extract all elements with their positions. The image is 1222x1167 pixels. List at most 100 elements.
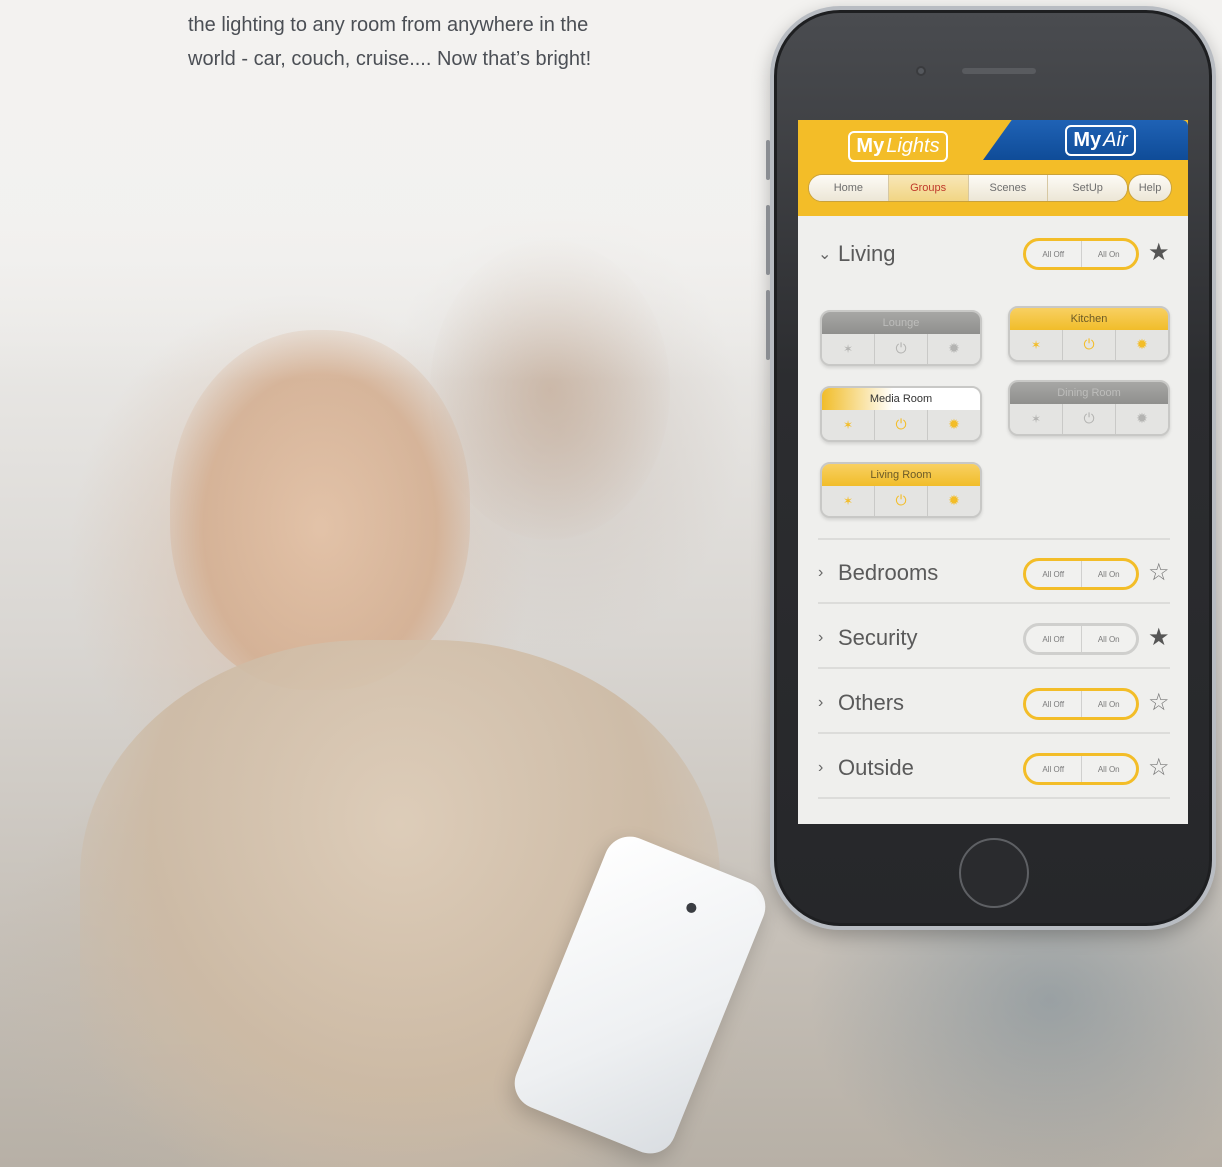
earpiece-speaker [962, 68, 1036, 74]
light-controls: ✶ ⏻ ✹ [1010, 404, 1168, 434]
living-all-toggle: All Off All On [1023, 238, 1139, 270]
group-security: › Security All Off All On ★ [818, 609, 1170, 669]
all-off-button[interactable]: All Off [1026, 691, 1082, 717]
light-tile-dining-room: Dining Room ✶ ⏻ ✹ [1008, 380, 1170, 436]
tab-myair[interactable]: My Air [983, 120, 1188, 160]
dim-icon[interactable]: ✶ [1010, 330, 1063, 360]
all-off-button[interactable]: All Off [1026, 561, 1082, 587]
chevron-down-icon: ⌄ [818, 246, 832, 263]
group-living-toggle[interactable]: ⌄ Living [818, 241, 895, 267]
star-filled-icon[interactable]: ★ [1148, 621, 1170, 653]
app-header: My Lights My Air Home Groups Scenes SetUp … [798, 120, 1188, 216]
all-on-button[interactable]: All On [1082, 756, 1137, 782]
logo-lights-text: Lights [886, 134, 940, 157]
light-tile-lounge: Lounge ✶ ⏻ ✹ [820, 310, 982, 366]
light-controls: ✶ ⏻ ✹ [1010, 330, 1168, 360]
mute-switch [766, 140, 770, 180]
nav-scenes[interactable]: Scenes [968, 175, 1049, 201]
front-camera-icon [916, 66, 926, 76]
power-icon[interactable]: ⏻ [875, 410, 928, 440]
all-off-button[interactable]: All Off [1026, 241, 1082, 267]
groups-list: ⌄ Living All Off All On ★ Lounge ✶ ⏻ ✹ K… [798, 216, 1188, 824]
all-on-button[interactable]: All On [1082, 626, 1137, 652]
bright-icon[interactable]: ✹ [1116, 330, 1168, 360]
tab-mylights[interactable]: My Lights [798, 120, 998, 172]
star-filled-icon[interactable]: ★ [1148, 236, 1170, 268]
bedrooms-all-toggle: All Off All On [1023, 558, 1139, 590]
dim-icon[interactable]: ✶ [822, 410, 875, 440]
volume-down-button [766, 290, 770, 360]
home-button[interactable] [959, 838, 1029, 908]
group-others-toggle[interactable]: › Others [818, 690, 904, 716]
light-controls: ✶ ⏻ ✹ [822, 334, 980, 364]
bright-icon[interactable]: ✹ [928, 486, 980, 516]
chevron-right-icon: › [818, 694, 824, 711]
group-outside: › Outside All Off All On ☆ [818, 739, 1170, 799]
power-icon[interactable]: ⏻ [875, 486, 928, 516]
volume-up-button [766, 205, 770, 275]
chevron-right-icon: › [818, 759, 824, 776]
star-outline-icon[interactable]: ☆ [1148, 556, 1170, 588]
dim-icon[interactable]: ✶ [1010, 404, 1063, 434]
light-name: Dining Room [1010, 382, 1168, 404]
others-all-toggle: All Off All On [1023, 688, 1139, 720]
power-icon[interactable]: ⏻ [875, 334, 928, 364]
group-living: ⌄ Living All Off All On ★ [818, 224, 1170, 284]
bright-icon[interactable]: ✹ [1116, 404, 1168, 434]
group-name: Security [838, 625, 918, 650]
nav-bar: Home Groups Scenes SetUp [808, 174, 1128, 202]
star-outline-icon[interactable]: ☆ [1148, 751, 1170, 783]
group-bedrooms: › Bedrooms All Off All On ☆ [818, 544, 1170, 604]
nav-groups[interactable]: Groups [888, 175, 969, 201]
intro-text: the lighting to any room from anywhere i… [188, 8, 728, 76]
light-tile-living-room: Living Room ✶ ⏻ ✹ [820, 462, 982, 518]
light-tile-kitchen: Kitchen ✶ ⏻ ✹ [1008, 306, 1170, 362]
chevron-right-icon: › [818, 629, 824, 646]
intro-line-2: world - car, couch, cruise.... Now that’… [188, 48, 592, 70]
group-bedrooms-toggle[interactable]: › Bedrooms [818, 560, 938, 586]
all-off-button[interactable]: All Off [1026, 756, 1082, 782]
group-name: Bedrooms [838, 560, 939, 585]
all-off-button[interactable]: All Off [1026, 626, 1082, 652]
security-all-toggle: All Off All On [1023, 623, 1139, 655]
myair-logo: My Air [1065, 124, 1136, 156]
mylights-logo: My Lights [848, 130, 948, 162]
nav-setup[interactable]: SetUp [1048, 175, 1127, 201]
dim-icon[interactable]: ✶ [822, 486, 875, 516]
logo-my-text: My [856, 134, 885, 157]
outside-all-toggle: All Off All On [1023, 753, 1139, 785]
phone-camera-icon [684, 901, 698, 915]
nav-home[interactable]: Home [809, 175, 889, 201]
bright-icon[interactable]: ✹ [928, 334, 980, 364]
bright-icon[interactable]: ✹ [928, 410, 980, 440]
group-others: › Others All Off All On ☆ [818, 674, 1170, 734]
power-icon[interactable]: ⏻ [1063, 330, 1116, 360]
group-outside-toggle[interactable]: › Outside [818, 755, 914, 781]
light-name: Media Room [822, 388, 980, 410]
light-tile-media-room: Media Room ✶ ⏻ ✹ [820, 386, 982, 442]
chevron-right-icon: › [818, 564, 824, 581]
app-screen: My Lights My Air Home Groups Scenes SetUp … [798, 120, 1188, 824]
section-divider [818, 538, 1170, 540]
group-name: Others [838, 690, 905, 715]
help-button[interactable]: Help [1128, 174, 1172, 202]
power-icon[interactable]: ⏻ [1063, 404, 1116, 434]
all-on-button[interactable]: All On [1082, 561, 1137, 587]
group-security-toggle[interactable]: › Security [818, 625, 917, 651]
group-name: Outside [838, 755, 914, 780]
phone-mockup: My Lights My Air Home Groups Scenes SetUp … [766, 6, 1216, 930]
all-on-button[interactable]: All On [1082, 691, 1137, 717]
light-controls: ✶ ⏻ ✹ [822, 486, 980, 516]
group-name: Living [838, 241, 896, 266]
light-controls: ✶ ⏻ ✹ [822, 410, 980, 440]
logo-my-text: My [1073, 128, 1102, 151]
woman-face [170, 330, 470, 690]
light-name: Kitchen [1010, 308, 1168, 330]
light-name: Living Room [822, 464, 980, 486]
light-name: Lounge [822, 312, 980, 334]
dim-icon[interactable]: ✶ [822, 334, 875, 364]
all-on-button[interactable]: All On [1082, 241, 1137, 267]
star-outline-icon[interactable]: ☆ [1148, 686, 1170, 718]
logo-air-text: Air [1103, 128, 1128, 151]
intro-line-1: the lighting to any room from anywhere i… [188, 14, 589, 36]
